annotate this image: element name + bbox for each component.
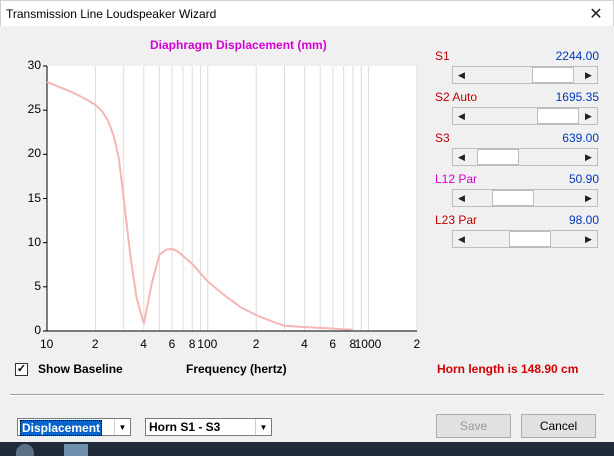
arrow-right-icon[interactable]: ▶ [580,231,597,247]
arrow-left-icon[interactable]: ◀ [453,190,470,206]
x-tick-label: 4 [140,337,147,351]
x-tick-label: 10 [40,337,54,351]
title-bar: Transmission Line Loudspeaker Wizard ✕ [0,0,614,26]
x-tick-label: 2 [252,337,260,351]
slider-thumb[interactable] [509,231,552,247]
horn-select-value: Horn S1 - S3 [149,420,221,434]
y-tick-label: 25 [27,102,41,117]
show-baseline-label: Show Baseline [38,362,123,376]
arrow-left-icon[interactable]: ◀ [453,67,470,83]
x-tick-label: 2 [91,337,99,351]
slider-scrollbar[interactable]: ◀ ▶ [452,148,598,166]
slider-scrollbar[interactable]: ◀ ▶ [452,189,598,207]
cancel-button[interactable]: Cancel [521,414,596,438]
slider-thumb[interactable] [491,190,534,206]
slider-thumb[interactable] [476,149,519,165]
view-select[interactable]: Displacement ▼ [17,418,131,436]
show-baseline-checkbox[interactable]: ✓ [15,362,28,376]
y-tick-label: 10 [27,234,41,249]
slider-thumb[interactable] [536,108,579,124]
slider-scrollbar[interactable]: ◀ ▶ [452,107,598,125]
horn-select[interactable]: Horn S1 - S3 ▼ [145,418,272,436]
arrow-right-icon[interactable]: ▶ [580,67,597,83]
slider-scrollbar[interactable]: ◀ ▶ [452,230,598,248]
slider-scrollbar[interactable]: ◀ ▶ [452,66,598,84]
separator [10,394,604,396]
slider-row: S3 639.00 ◀ ▶ [435,131,599,172]
y-tick-label: 15 [27,190,41,205]
slider-label: S2 Auto [435,90,478,104]
slider-value: 1695.35 [555,90,599,104]
app-icon[interactable] [16,444,34,456]
slider-row: L23 Par 98.00 ◀ ▶ [435,213,599,254]
slider-row: L12 Par 50.90 ◀ ▶ [435,172,599,213]
arrow-left-icon[interactable]: ◀ [453,108,470,124]
horn-length-status: Horn length is 148.90 cm [437,362,579,376]
chevron-down-icon[interactable]: ▼ [114,419,130,435]
arrow-left-icon[interactable]: ◀ [453,149,470,165]
arrow-left-icon[interactable]: ◀ [453,231,470,247]
x-tick-label: 1000 [354,337,382,351]
y-tick-label: 20 [27,146,41,161]
chart-svg [43,65,418,332]
y-tick-label: 0 [34,323,41,337]
slider-thumb[interactable] [531,67,574,83]
slider-label: L12 Par [435,172,478,186]
slider-row: S2 Auto 1695.35 ◀ ▶ [435,90,599,131]
y-tick-label: 30 [27,58,41,72]
x-tick-label: 2 [413,337,421,351]
slider-label: L23 Par [435,213,478,227]
displacement-chart: Diaphragm Displacement (mm) 0 5 10 15 20 25 30… [0,26,430,356]
x-tick-label: 6 [168,337,176,351]
y-tick-label: 5 [34,278,41,293]
slider-value: 639.00 [562,131,599,145]
window-title: Transmission Line Loudspeaker Wizard [6,7,217,21]
slider-value: 2244.00 [555,49,599,63]
chevron-down-icon[interactable]: ▼ [255,419,271,435]
x-tick-label: 100 [197,337,218,351]
taskbar [0,442,614,456]
x-tick-label: 6 [329,337,337,351]
slider-value: 50.90 [568,172,599,186]
slider-row: S1 2244.00 ◀ ▶ [435,49,599,90]
arrow-right-icon[interactable]: ▶ [580,190,597,206]
save-button[interactable]: Save [436,414,511,438]
slider-value: 98.00 [568,213,599,227]
app-thumbnail-icon[interactable] [64,444,88,456]
x-tick-label: 4 [301,337,308,351]
show-baseline-option[interactable]: ✓ Show Baseline [15,362,123,376]
arrow-right-icon[interactable]: ▶ [580,149,597,165]
slider-panel: S1 2244.00 ◀ ▶ S2 Auto 1695.35 ◀ ▶ S3 639.00 ◀ ▶ L12… [435,49,599,254]
x-axis-label: Frequency (hertz) [186,362,287,376]
close-icon[interactable]: ✕ [585,3,607,25]
slider-label: S3 [435,131,450,145]
view-select-value: Displacement [20,420,103,436]
slider-label: S1 [435,49,450,63]
x-tick-label: 8 [188,337,196,351]
arrow-right-icon[interactable]: ▶ [580,108,597,124]
